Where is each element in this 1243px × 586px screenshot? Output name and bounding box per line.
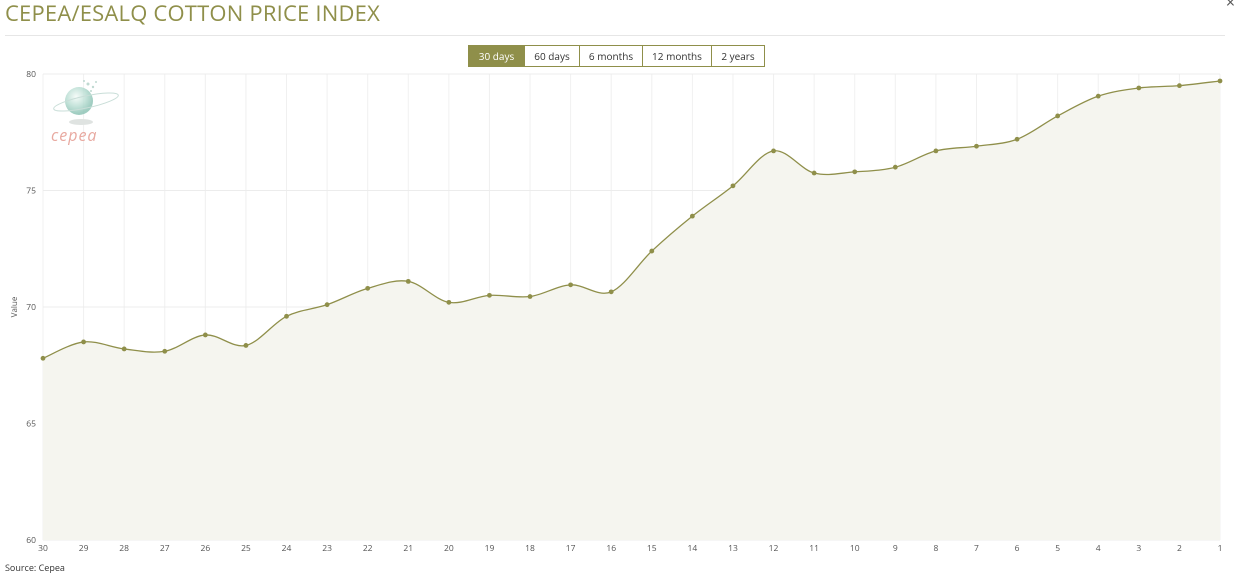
y-tick-label: 80 (26, 69, 36, 80)
data-point[interactable] (568, 282, 574, 288)
btn-12-months[interactable]: 12 months (642, 45, 712, 67)
x-tick-label: 15 (647, 543, 657, 554)
data-point[interactable] (933, 148, 939, 154)
data-point[interactable] (811, 170, 817, 176)
x-tick-label: 24 (282, 543, 292, 554)
x-tick-label: 3 (1136, 543, 1141, 554)
data-point[interactable] (365, 285, 371, 291)
x-tick-label: 20 (444, 543, 454, 554)
y-axis-label: Value (9, 296, 20, 317)
data-point[interactable] (202, 332, 208, 338)
x-tick-label: 8 (933, 543, 938, 554)
data-point[interactable] (162, 348, 168, 354)
btn-6-months[interactable]: 6 months (579, 45, 643, 67)
x-tick-label: 29 (79, 543, 89, 554)
data-point[interactable] (689, 213, 695, 219)
price-chart: 6065707580 30 29 28 27 26 25 24 23 22 21 20 19 18 17 1… (9, 69, 1223, 554)
data-point[interactable] (974, 143, 979, 149)
data-point[interactable] (1177, 83, 1182, 89)
data-point[interactable] (81, 339, 86, 345)
x-tick-label: 17 (566, 543, 576, 554)
x-tick-label: 5 (1055, 543, 1060, 554)
data-point[interactable] (892, 164, 898, 170)
x-tick-label: 28 (119, 543, 129, 554)
data-point[interactable] (1014, 136, 1020, 142)
data-point[interactable] (649, 248, 655, 254)
data-point[interactable] (1136, 85, 1142, 91)
y-tick-label: 65 (26, 419, 36, 430)
btn-2-years[interactable]: 2 years (711, 45, 765, 67)
data-point[interactable] (527, 294, 533, 299)
x-tick-label: 21 (403, 543, 413, 554)
data-point[interactable] (1217, 78, 1223, 84)
x-tick-label: 13 (728, 543, 738, 554)
x-tick-label: 4 (1096, 543, 1101, 554)
x-tick-label: 22 (363, 543, 373, 554)
x-tick-label: 11 (809, 543, 819, 554)
data-point[interactable] (40, 355, 46, 361)
x-tick-label: 18 (525, 543, 535, 554)
x-tick-label: 12 (769, 543, 779, 554)
btn-60-days[interactable]: 60 days (524, 45, 580, 67)
x-tick-label: 6 (1015, 543, 1020, 554)
x-tick-label: 16 (606, 543, 616, 554)
data-point[interactable] (446, 299, 452, 305)
data-point[interactable] (324, 302, 330, 308)
x-tick-label: 10 (850, 543, 860, 554)
series-area (43, 80, 1220, 541)
source-note: Source: Cepea (5, 561, 65, 574)
chart-area: 60 65 70 75 80 30 29 28 27 26 25 24 23 22 21 20 19 18 17 1… (0, 0, 1243, 581)
x-tick-label: 27 (160, 543, 170, 554)
range-selector: 30 days 60 days 6 months 12 months 2 yea… (468, 45, 765, 67)
x-tick-label: 14 (688, 543, 698, 554)
data-point[interactable] (608, 289, 614, 295)
logo-text: cepea (51, 124, 97, 146)
btn-30-days[interactable]: 30 days (468, 45, 525, 67)
x-tick-label: 23 (322, 543, 332, 554)
x-tick-label: 30 (38, 543, 48, 554)
x-tick-label: 7 (974, 543, 979, 554)
y-tick-label: 75 (26, 186, 36, 197)
data-point[interactable] (852, 169, 858, 175)
data-point[interactable] (284, 313, 289, 319)
data-point[interactable] (730, 183, 736, 189)
x-tick-label: 1 (1218, 543, 1223, 554)
x-tick-label: 26 (200, 543, 210, 554)
x-tick-label: 9 (893, 543, 898, 554)
data-point[interactable] (771, 148, 776, 154)
y-tick-label: 70 (26, 302, 36, 313)
data-point[interactable] (405, 278, 411, 284)
data-point[interactable] (1055, 113, 1061, 119)
data-point[interactable] (243, 343, 249, 348)
x-tick-label: 19 (485, 543, 495, 554)
data-point[interactable] (487, 292, 492, 298)
data-point[interactable] (1095, 93, 1101, 99)
y-tick-label: 60 (26, 535, 36, 546)
x-tick-label: 2 (1177, 543, 1182, 554)
x-tick-label: 25 (241, 543, 251, 554)
data-point[interactable] (121, 346, 127, 352)
cepea-logo: cepea (48, 78, 126, 148)
